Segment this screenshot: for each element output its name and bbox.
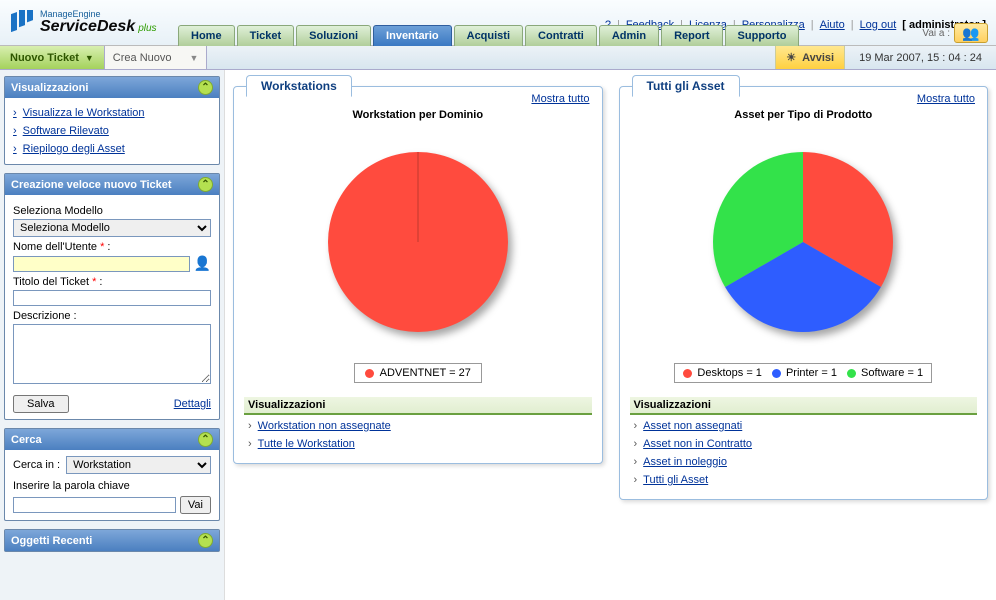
logo-icon (6, 10, 36, 40)
sidebar-link[interactable]: Software Rilevato (13, 122, 211, 140)
chevron-down-icon: ▼ (190, 53, 199, 63)
chart-workstations (244, 127, 592, 357)
salva-button[interactable] (13, 395, 69, 413)
widget-title: Cerca (11, 434, 42, 446)
logo: ManageEngine ServiceDeskplus (6, 10, 157, 40)
keyword-input[interactable] (13, 497, 176, 513)
titolo-label: Titolo del Ticket * : (13, 276, 211, 288)
sidebar: Visualizzazioni ⌃ Visualizza le Workstati… (0, 70, 225, 600)
nome-utente-input[interactable] (13, 256, 190, 272)
widget-title: Visualizzazioni (11, 82, 88, 94)
chart-legend: ADVENTNET = 27 (354, 363, 482, 383)
panel-link[interactable]: Tutti gli Asset (634, 471, 974, 489)
chart-legend: Desktops = 1Printer = 1Software = 1 (674, 363, 932, 383)
brand-plus: plus (138, 24, 156, 34)
section-title: Visualizzazioni (244, 397, 592, 415)
timestamp: 19 Mar 2007, 15 : 04 : 24 (845, 52, 996, 64)
mostra-tutto-link[interactable]: Mostra tutto (531, 93, 589, 105)
goto-label: Vai a : (922, 28, 950, 39)
header: ManageEngine ServiceDeskplus ?| Feedback… (0, 0, 996, 46)
chart-assets (630, 127, 978, 357)
collapse-icon[interactable]: ⌃ (198, 80, 213, 95)
tab-soluzioni[interactable]: Soluzioni (296, 25, 371, 46)
panel-workstations: Workstations Mostra tutto Workstation pe… (233, 86, 603, 464)
descrizione-textarea[interactable] (13, 324, 211, 384)
widget-title: Oggetti Recenti (11, 535, 92, 547)
sidebar-link[interactable]: Riepilogo degli Asset (13, 140, 211, 158)
panel-link[interactable]: Workstation non assegnate (248, 417, 588, 435)
keyword-label: Inserire la parola chiave (13, 480, 211, 492)
goto: Vai a : 👥 (922, 23, 988, 46)
mostra-tutto-link[interactable]: Mostra tutto (917, 93, 975, 105)
section-title: Visualizzazioni (630, 397, 978, 415)
seleziona-modello-select[interactable]: Seleziona Modello (13, 219, 211, 237)
panel-assets: Tutti gli Asset Mostra tutto Asset per T… (619, 86, 989, 500)
panel-link[interactable]: Asset non assegnati (634, 417, 974, 435)
widget-quick-ticket: Creazione veloce nuovo Ticket ⌃ Seleziona… (4, 173, 220, 420)
new-ticket-button[interactable]: Nuovo Ticket▼ (0, 46, 105, 69)
tab-admin[interactable]: Admin (599, 25, 659, 46)
action-bar: Nuovo Ticket▼ Crea Nuovo▼ ☀Avvisi 19 Mar… (0, 46, 996, 70)
tab-supporto[interactable]: Supporto (725, 25, 800, 46)
sun-icon: ☀ (786, 51, 796, 64)
goto-icon[interactable]: 👥 (954, 23, 988, 43)
panel-title: Workstations (246, 75, 352, 97)
tab-report[interactable]: Report (661, 25, 722, 46)
tab-ticket[interactable]: Ticket (237, 25, 295, 46)
widget-cerca: Cerca ⌃ Cerca in : Workstation Inserire la… (4, 428, 220, 521)
tab-contratti[interactable]: Contratti (525, 25, 597, 46)
main-nav: HomeTicketSoluzioniInventarioAcquistiCon… (178, 25, 799, 46)
panel-title: Tutti gli Asset (632, 75, 740, 97)
panel-link[interactable]: Asset in noleggio (634, 453, 974, 471)
avvisi-button[interactable]: ☀Avvisi (775, 46, 845, 69)
tab-inventario[interactable]: Inventario (373, 25, 452, 46)
main-content: Workstations Mostra tutto Workstation pe… (225, 70, 996, 600)
widget-recenti: Oggetti Recenti ⌃ (4, 529, 220, 552)
widget-visualizzazioni: Visualizzazioni ⌃ Visualizza le Workstati… (4, 76, 220, 165)
chart-title: Workstation per Dominio (244, 109, 592, 121)
tab-home[interactable]: Home (178, 25, 235, 46)
descrizione-label: Descrizione : (13, 310, 211, 322)
collapse-icon[interactable]: ⌃ (198, 432, 213, 447)
cerca-in-label: Cerca in : (13, 459, 60, 471)
panel-link[interactable]: Tutte le Workstation (248, 435, 588, 453)
create-new-dropdown[interactable]: Crea Nuovo▼ (105, 46, 208, 69)
chevron-down-icon: ▼ (85, 53, 94, 63)
brand-product: ServiceDesk (40, 19, 135, 35)
nome-label: Nome dell'Utente * : (13, 241, 211, 253)
panel-link[interactable]: Asset non in Contratto (634, 435, 974, 453)
titolo-ticket-input[interactable] (13, 290, 211, 306)
lookup-user-icon[interactable]: 👤 (194, 255, 211, 272)
dettagli-link[interactable]: Dettagli (174, 398, 211, 410)
cerca-in-select[interactable]: Workstation (66, 456, 211, 474)
collapse-icon[interactable]: ⌃ (198, 533, 213, 548)
chart-title: Asset per Tipo di Prodotto (630, 109, 978, 121)
widget-title: Creazione veloce nuovo Ticket (11, 179, 172, 191)
sidebar-link[interactable]: Visualizza le Workstation (13, 104, 211, 122)
collapse-icon[interactable]: ⌃ (198, 177, 213, 192)
tab-acquisti[interactable]: Acquisti (454, 25, 523, 46)
vai-button[interactable] (180, 496, 211, 514)
seleziona-label: Seleziona Modello (13, 205, 211, 217)
